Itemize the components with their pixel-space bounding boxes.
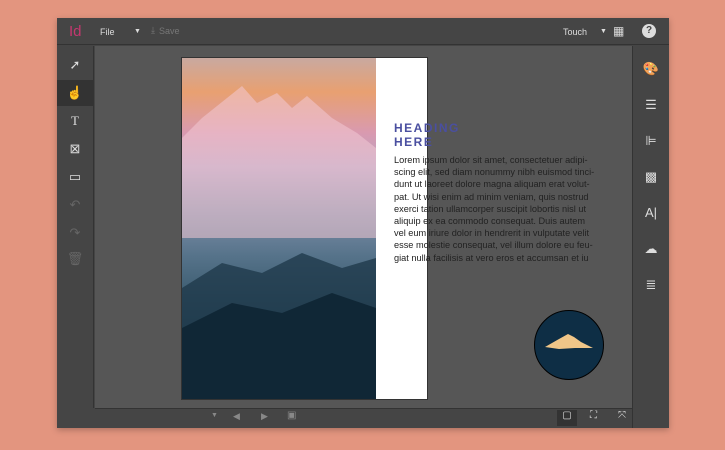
rectangle-tool-icon[interactable]: ▭: [57, 164, 93, 190]
redo-icon[interactable]: ↷: [57, 220, 93, 246]
canvas-area: HEADING HERE Lorem ipsum dolor sit amet,…: [95, 46, 632, 408]
app-logo: Id: [69, 23, 82, 40]
align-icon[interactable]: ⊫: [633, 128, 669, 154]
frame-tool-icon[interactable]: ⊠: [57, 136, 93, 162]
menu-icon[interactable]: ☰: [633, 92, 669, 118]
save-label: Save: [158, 25, 180, 36]
character-icon[interactable]: A|: [633, 200, 669, 226]
top-bar: Id File ▼ ⤓ Save Touch ▼ ▦ ?: [57, 18, 669, 45]
tools-panel: ➚ ☝ T ⊠ ▭ ↶ ↷ 🗑: [57, 46, 94, 408]
save-button[interactable]: ⤓ Save: [151, 25, 180, 36]
bottom-bar: ▼ ◀ ▶ ▣ ▢ ⛶ ⤧: [95, 408, 632, 428]
creative-cloud-icon[interactable]: ☁: [633, 236, 669, 262]
undo-icon[interactable]: ↶: [57, 192, 93, 218]
help-icon[interactable]: ?: [642, 24, 656, 38]
touch-workspace-icon[interactable]: ▦: [613, 24, 624, 38]
fit-page-icon[interactable]: ⛶: [590, 410, 597, 421]
mountain-photo[interactable]: [182, 58, 376, 399]
pattern-icon[interactable]: ▩: [633, 164, 669, 190]
pages-icon[interactable]: ▣: [287, 410, 296, 421]
logo-circle[interactable]: [534, 310, 604, 380]
swatches-icon[interactable]: 🎨: [633, 56, 669, 82]
download-icon: ⤓: [151, 25, 155, 35]
app-window: Id File ▼ ⤓ Save Touch ▼ ▦ ? ➚ ☝ T ⊠ ▭ ↶ …: [57, 18, 669, 428]
type-tool-icon[interactable]: T: [57, 108, 93, 134]
touch-tool-icon[interactable]: ☝: [57, 80, 93, 106]
selection-tool-icon[interactable]: ➚: [57, 52, 93, 78]
file-dropdown-icon[interactable]: ▼: [134, 28, 141, 35]
mode-select[interactable]: Touch: [563, 27, 587, 37]
next-page-icon[interactable]: ▶: [261, 411, 268, 422]
previous-page-icon[interactable]: ◀: [233, 411, 240, 422]
panels-bar: 🎨 ☰ ⊫ ▩ A| ☁ ≣: [632, 46, 669, 428]
fullscreen-icon[interactable]: ⤧: [618, 410, 626, 421]
page-dropdown-icon[interactable]: ▼: [211, 412, 218, 419]
document-body-text[interactable]: Lorem ipsum dolor sit amet, consectetuer…: [394, 154, 604, 264]
file-menu[interactable]: File: [100, 27, 115, 37]
mode-dropdown-icon[interactable]: ▼: [600, 28, 607, 35]
document-page: HEADING HERE Lorem ipsum dolor sit amet,…: [181, 57, 604, 400]
delete-icon[interactable]: 🗑: [57, 246, 93, 272]
document-heading[interactable]: HEADING HERE: [394, 121, 460, 149]
list-icon[interactable]: ≣: [633, 272, 669, 298]
mountain-icon: [545, 334, 593, 349]
normal-view-icon[interactable]: ▢: [557, 410, 577, 426]
